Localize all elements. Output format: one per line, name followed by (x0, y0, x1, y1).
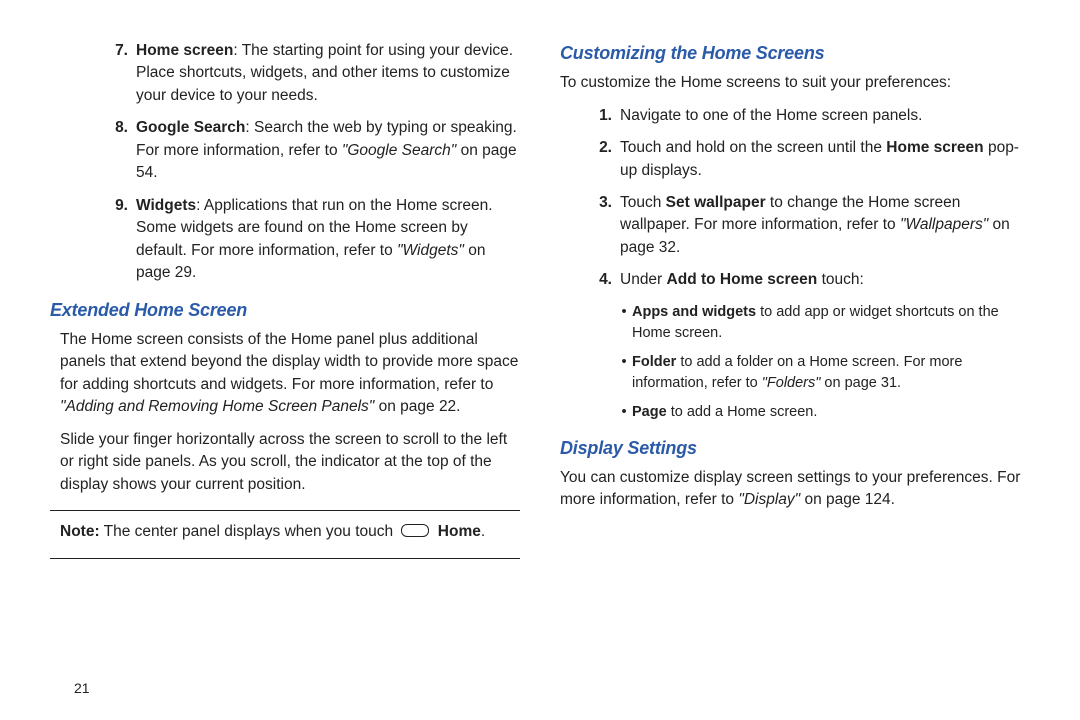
term: Add to Home screen (667, 271, 818, 288)
bullet-icon: • (616, 352, 632, 394)
cross-ref: "Wallpapers" (900, 216, 988, 233)
bullet-body: Apps and widgets to add app or widget sh… (632, 302, 1030, 344)
list-item: 8. Google Search: Search the web by typi… (96, 117, 520, 184)
divider (50, 558, 520, 559)
item-body: Google Search: Search the web by typing … (136, 117, 520, 184)
item-body: Under Add to Home screen touch: (620, 269, 1030, 291)
cross-ref: "Display" (738, 491, 800, 508)
text: on page 31. (820, 375, 901, 391)
left-column: 7. Home screen: The starting point for u… (50, 40, 520, 700)
right-column: Customizing the Home Screens To customiz… (560, 40, 1030, 700)
item-number: 1. (580, 105, 620, 127)
item-number: 8. (96, 117, 136, 184)
note-text: . (481, 523, 485, 540)
term: Page (632, 404, 667, 420)
text: on page 124. (800, 491, 895, 508)
item-number: 9. (96, 195, 136, 285)
paragraph: Slide your finger horizontally across th… (50, 429, 520, 496)
paragraph: You can customize display screen setting… (560, 467, 1030, 512)
list-item: 1. Navigate to one of the Home screen pa… (580, 105, 1030, 127)
list-item: 4. Under Add to Home screen touch: (580, 269, 1030, 291)
term: Google Search (136, 119, 245, 136)
paragraph: To customize the Home screens to suit yo… (560, 72, 1030, 94)
term: Set wallpaper (666, 194, 766, 211)
item-number: 4. (580, 269, 620, 291)
bullet-icon: • (616, 402, 632, 423)
text: touch: (817, 271, 864, 288)
text: Touch (620, 194, 666, 211)
item-body: Widgets: Applications that run on the Ho… (136, 195, 520, 285)
page-number: 21 (74, 680, 90, 696)
cross-ref: "Adding and Removing Home Screen Panels" (60, 398, 374, 415)
note: Note: The center panel displays when you… (50, 521, 520, 543)
item-body: Home screen: The starting point for usin… (136, 40, 520, 107)
cross-ref: "Widgets" (397, 242, 464, 259)
bullet-item: • Apps and widgets to add app or widget … (616, 302, 1030, 344)
text: to add a Home screen. (667, 404, 818, 420)
bullet-item: • Folder to add a folder on a Home scree… (616, 352, 1030, 394)
term: Apps and widgets (632, 304, 756, 320)
text: on page 22. (374, 398, 460, 415)
home-button-icon (401, 524, 429, 537)
cross-ref: "Folders" (762, 375, 821, 391)
bullet-body: Page to add a Home screen. (632, 402, 817, 423)
list-item: 7. Home screen: The starting point for u… (96, 40, 520, 107)
manual-page: 7. Home screen: The starting point for u… (0, 0, 1080, 720)
bullet-body: Folder to add a folder on a Home screen.… (632, 352, 1030, 394)
bullet-item: • Page to add a Home screen. (616, 402, 1030, 423)
item-body: Touch and hold on the screen until the H… (620, 137, 1030, 182)
divider (50, 510, 520, 511)
note-label: Note: (60, 523, 100, 540)
text: Touch and hold on the screen until the (620, 139, 886, 156)
item-body: Touch Set wallpaper to change the Home s… (620, 192, 1030, 259)
item-number: 7. (96, 40, 136, 107)
heading-extended-home-screen: Extended Home Screen (50, 297, 520, 323)
term: Home screen (886, 139, 983, 156)
text: The Home screen consists of the Home pan… (60, 331, 518, 393)
item-number: 2. (580, 137, 620, 182)
term: Widgets (136, 197, 196, 214)
list-item: 2. Touch and hold on the screen until th… (580, 137, 1030, 182)
term: Home screen (136, 42, 233, 59)
heading-customizing-home-screens: Customizing the Home Screens (560, 40, 1030, 66)
heading-display-settings: Display Settings (560, 435, 1030, 461)
item-number: 3. (580, 192, 620, 259)
term: Folder (632, 354, 676, 370)
cross-ref: "Google Search" (342, 142, 456, 159)
bullet-icon: • (616, 302, 632, 344)
text: Under (620, 271, 667, 288)
item-text: Navigate to one of the Home screen panel… (620, 105, 1030, 127)
home-label: Home (438, 523, 481, 540)
list-item: 9. Widgets: Applications that run on the… (96, 195, 520, 285)
list-item: 3. Touch Set wallpaper to change the Hom… (580, 192, 1030, 259)
note-text: The center panel displays when you touch (100, 523, 398, 540)
paragraph: The Home screen consists of the Home pan… (50, 329, 520, 419)
